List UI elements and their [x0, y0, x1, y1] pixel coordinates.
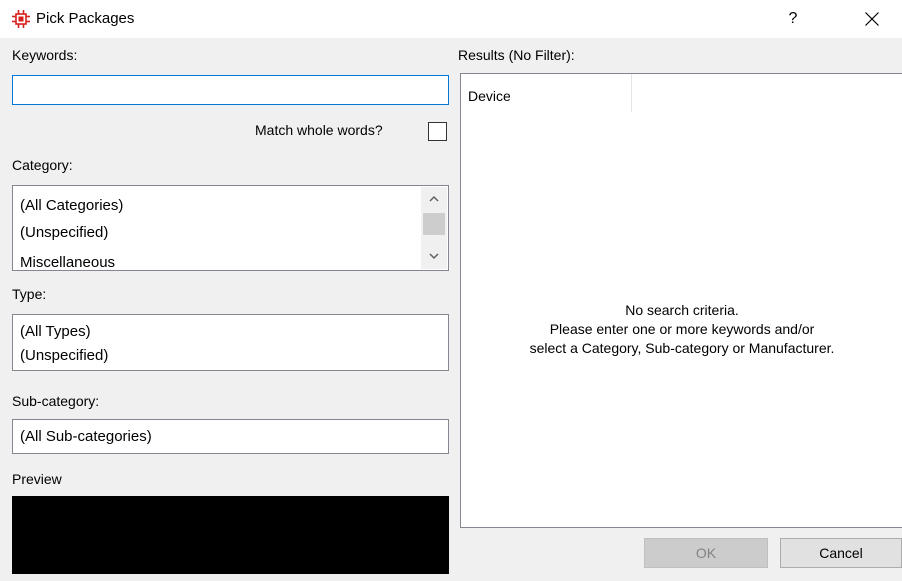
column-header-label: Device [468, 88, 511, 104]
cancel-button[interactable]: Cancel [780, 538, 902, 568]
category-label: Category: [12, 157, 73, 173]
empty-message-line: Please enter one or more keywords and/or [549, 321, 815, 337]
keywords-input[interactable] [12, 75, 449, 105]
scroll-thumb[interactable] [423, 213, 445, 235]
scroll-up-button[interactable] [421, 187, 447, 211]
close-icon [865, 12, 879, 26]
type-item[interactable]: (All Types) [20, 323, 91, 340]
scroll-down-button[interactable] [421, 245, 447, 269]
close-button[interactable] [852, 4, 892, 34]
preview-label: Preview [12, 471, 62, 487]
empty-message-line: No search criteria. [625, 302, 739, 318]
type-label: Type: [12, 286, 47, 302]
type-item[interactable]: (Unspecified) [20, 347, 108, 364]
subcategory-label: Sub-category: [12, 393, 100, 409]
subcategory-list[interactable]: (All Sub-categories) [12, 419, 449, 454]
chip-icon [11, 9, 31, 29]
type-list[interactable]: (All Types) (Unspecified) [12, 314, 449, 371]
category-list[interactable]: (All Categories) (Unspecified) Miscellan… [12, 185, 449, 271]
help-button[interactable]: ? [775, 4, 811, 34]
chevron-up-icon [429, 195, 439, 202]
title-bar: Pick Packages ? [0, 0, 902, 38]
match-whole-words-checkbox[interactable] [428, 122, 447, 141]
category-item[interactable]: (Unspecified) [20, 224, 108, 241]
chevron-down-icon [429, 253, 439, 260]
results-label: Results (No Filter): [458, 47, 575, 63]
category-scrollbar[interactable] [421, 187, 447, 269]
ok-button[interactable]: OK [644, 538, 768, 568]
column-header-device[interactable]: Device [461, 74, 632, 112]
keywords-label: Keywords: [12, 47, 78, 63]
preview-canvas [12, 496, 449, 574]
category-item[interactable]: Miscellaneous [20, 254, 115, 270]
category-item[interactable]: (All Categories) [20, 197, 123, 214]
match-whole-words-label: Match whole words? [255, 122, 383, 138]
results-table[interactable]: Device No search criteria. Please enter … [460, 73, 902, 528]
pick-packages-dialog: Pick Packages ? Keywords: Match whole wo… [0, 0, 902, 581]
window-title: Pick Packages [36, 10, 135, 27]
subcategory-item[interactable]: (All Sub-categories) [20, 428, 152, 445]
empty-message-line: select a Category, Sub-category or Manuf… [529, 340, 835, 356]
